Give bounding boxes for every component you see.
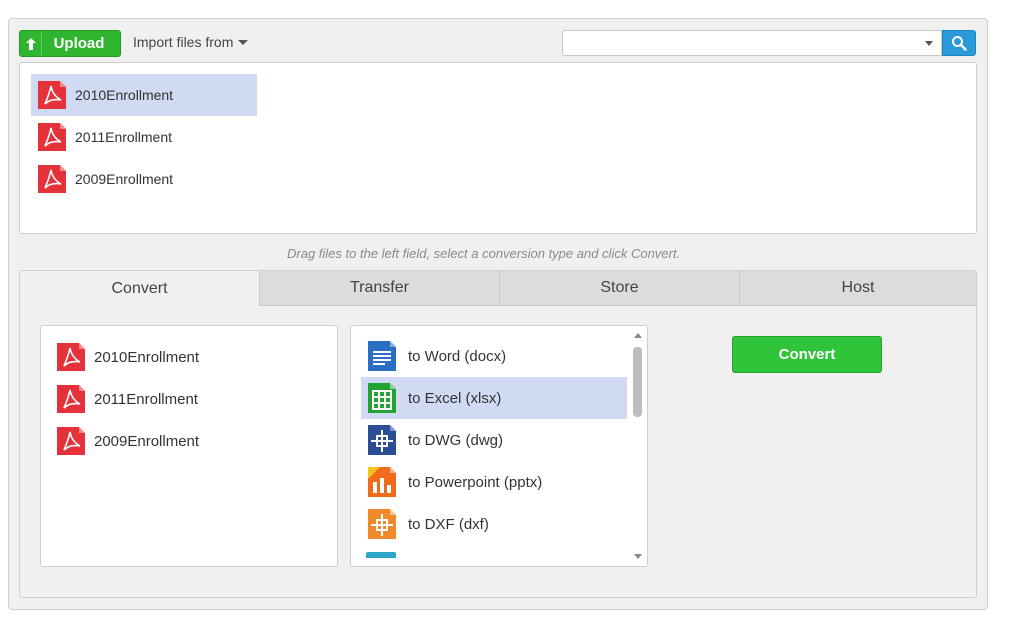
scroll-thumb[interactable] — [633, 347, 642, 417]
list-item[interactable]: 2009Enrollment — [55, 424, 199, 458]
convert-label: Convert — [778, 346, 836, 363]
pdf-icon — [57, 343, 85, 371]
tab-label: Store — [600, 279, 639, 296]
tab-convert[interactable]: Convert — [20, 271, 259, 306]
file-name: 2011Enrollment — [75, 129, 173, 145]
upload-arrow-icon — [20, 31, 42, 56]
tab-label: Convert — [111, 279, 168, 297]
pdf-icon — [38, 81, 66, 109]
scrollbar[interactable] — [629, 326, 647, 566]
file-name: 2011Enrollment — [94, 390, 198, 408]
tab-store[interactable]: Store — [499, 271, 739, 306]
dwg-icon — [368, 425, 396, 455]
file-item-2[interactable]: 2009Enrollment — [31, 158, 257, 200]
tab-label: Host — [841, 279, 875, 296]
conversion-label: to Powerpoint (pptx) — [408, 473, 543, 491]
conversion-label: to DWG (dwg) — [408, 431, 504, 449]
conversion-option-excel[interactable]: to Excel (xlsx) — [361, 377, 627, 419]
search-icon — [952, 36, 967, 51]
file-drop-area[interactable]: 2010Enrollment 2011Enrollment 2009Enroll… — [19, 62, 977, 234]
conversion-label: to DXF (dxf) — [408, 515, 489, 533]
partial-list-icon — [366, 552, 396, 558]
tab-host[interactable]: Host — [739, 271, 976, 306]
conversion-type-list[interactable]: to Word (docx) to Excel (xlsx) to DWG (d… — [350, 325, 648, 567]
import-label: Import files from — [133, 34, 234, 50]
excel-icon — [368, 383, 396, 413]
pdf-icon — [57, 427, 85, 455]
scroll-down-icon[interactable] — [634, 554, 642, 559]
conversion-option-word[interactable]: to Word (docx) — [361, 335, 627, 377]
pdf-icon — [57, 385, 85, 413]
import-files-dropdown[interactable]: Import files from — [133, 34, 249, 50]
tab-label: Transfer — [350, 279, 409, 296]
file-item-1[interactable]: 2011Enrollment — [31, 116, 257, 158]
powerpoint-icon — [368, 467, 396, 497]
tab-transfer[interactable]: Transfer — [259, 271, 499, 306]
conversion-option-dxf[interactable]: to DXF (dxf) — [361, 503, 627, 545]
file-name: 2009Enrollment — [94, 432, 200, 450]
upload-button[interactable]: Upload — [19, 30, 121, 57]
hint-text: Drag files to the left field, select a c… — [287, 246, 681, 261]
conversion-option-powerpoint[interactable]: to Powerpoint (pptx) — [361, 461, 627, 503]
action-tabs-panel: Convert Transfer Store Host 2010Enrollme… — [19, 270, 977, 598]
search-input[interactable] — [562, 30, 942, 56]
dropdown-arrow-icon[interactable] — [925, 41, 933, 46]
file-name: 2010Enrollment — [75, 87, 174, 103]
file-name: 2010Enrollment — [94, 348, 200, 366]
file-name: 2009Enrollment — [75, 171, 174, 187]
dxf-icon — [368, 509, 396, 539]
chevron-down-icon — [238, 39, 249, 45]
pdf-icon — [38, 165, 66, 193]
convert-button[interactable]: Convert — [732, 336, 882, 373]
file-item-0[interactable]: 2010Enrollment — [31, 74, 257, 116]
conversion-label: to Word (docx) — [408, 347, 507, 365]
word-icon — [368, 341, 396, 371]
search-button[interactable] — [942, 30, 976, 56]
conversion-label: to Excel (xlsx) — [408, 389, 502, 407]
upload-label: Upload — [53, 35, 105, 52]
list-item[interactable]: 2010Enrollment — [55, 340, 199, 374]
list-item[interactable]: 2011Enrollment — [55, 382, 198, 416]
scroll-up-icon[interactable] — [634, 333, 642, 338]
conversion-option-dwg[interactable]: to DWG (dwg) — [361, 419, 627, 461]
pdf-icon — [38, 123, 66, 151]
convert-file-list[interactable]: 2010Enrollment 2011Enrollment 2009Enroll… — [40, 325, 338, 567]
